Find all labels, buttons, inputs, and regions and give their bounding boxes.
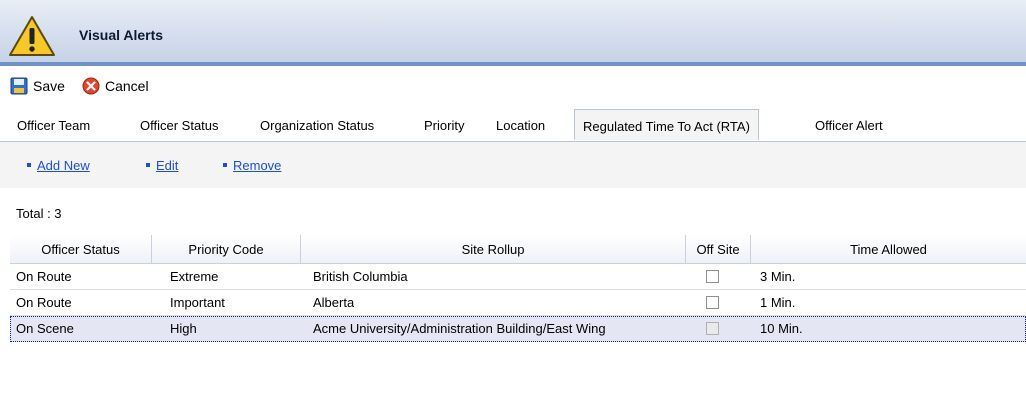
total-count: Total : 3 (16, 206, 62, 221)
cell-officer-status: On Route (16, 269, 72, 284)
cell-site-rollup: British Columbia (313, 269, 408, 284)
table-row[interactable]: On Route Important Alberta 1 Min. (10, 290, 1026, 316)
tab-strip: Officer Team Officer Status Organization… (0, 109, 1026, 142)
tab-officer-status[interactable]: Officer Status (140, 111, 219, 141)
cell-officer-status: On Scene (16, 321, 74, 336)
save-button[interactable]: Save (10, 76, 65, 96)
table-row-selected[interactable]: On Scene High Acme University/Administra… (10, 316, 1026, 342)
off-site-checkbox[interactable] (706, 270, 719, 283)
toolbar: Save Cancel (0, 70, 1026, 102)
cell-time-allowed: 1 Min. (760, 295, 796, 310)
cell-site-rollup: Acme University/Administration Building/… (313, 321, 606, 336)
warning-icon (9, 16, 55, 56)
tab-officer-alert[interactable]: Officer Alert (815, 111, 883, 141)
cell-time-allowed: 3 Min. (760, 269, 796, 284)
table-row[interactable]: On Route Extreme British Columbia 3 Min. (10, 264, 1026, 290)
tab-regulated-time-to-act[interactable]: Regulated Time To Act (RTA) (574, 109, 759, 140)
cell-priority-code: High (170, 321, 197, 336)
column-header-officer-status[interactable]: Officer Status (10, 235, 152, 264)
column-header-off-site[interactable]: Off Site (686, 235, 751, 264)
cancel-label: Cancel (105, 78, 149, 94)
cell-priority-code: Important (170, 295, 225, 310)
cancel-icon (82, 77, 100, 95)
action-bar: Add New Edit Remove (0, 142, 1026, 188)
column-header-site-rollup[interactable]: Site Rollup (301, 235, 686, 264)
off-site-checkbox[interactable] (706, 296, 719, 309)
add-new-link[interactable]: Add New (37, 158, 90, 173)
tab-officer-team[interactable]: Officer Team (17, 111, 90, 141)
tab-organization-status[interactable]: Organization Status (260, 111, 374, 141)
off-site-checkbox[interactable] (706, 322, 719, 335)
column-header-priority-code[interactable]: Priority Code (152, 235, 301, 264)
bullet-icon (27, 163, 31, 167)
edit-link[interactable]: Edit (156, 158, 178, 173)
bullet-icon (146, 163, 150, 167)
bullet-icon (223, 163, 227, 167)
save-label: Save (33, 78, 65, 94)
cancel-button[interactable]: Cancel (82, 76, 149, 96)
save-icon (10, 77, 28, 95)
tab-priority[interactable]: Priority (424, 111, 464, 141)
cell-officer-status: On Route (16, 295, 72, 310)
remove-link[interactable]: Remove (233, 158, 281, 173)
column-header-time-allowed[interactable]: Time Allowed (751, 235, 1026, 264)
title-bar: Visual Alerts (0, 0, 1026, 66)
cell-time-allowed: 10 Min. (760, 321, 803, 336)
cell-site-rollup: Alberta (313, 295, 355, 310)
tab-location[interactable]: Location (496, 111, 545, 141)
window-title: Visual Alerts (79, 27, 164, 43)
cell-priority-code: Extreme (170, 269, 219, 284)
